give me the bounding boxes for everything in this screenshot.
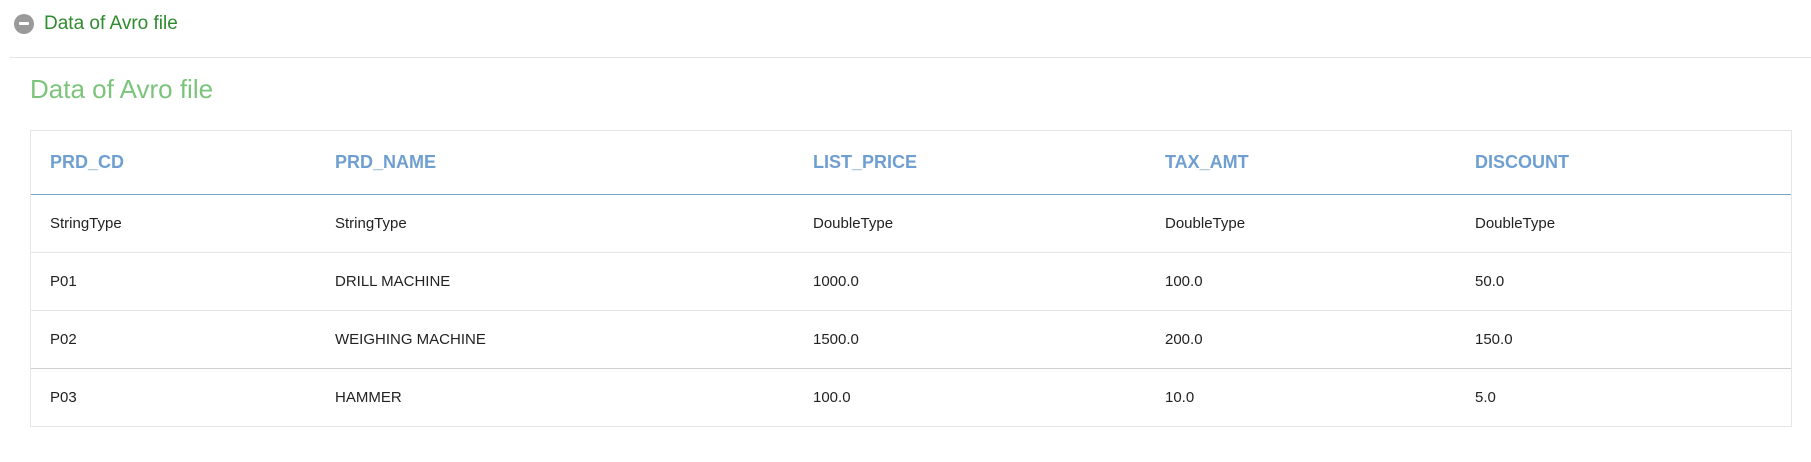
table-cell: WEIGHING MACHINE [316, 310, 794, 369]
collapse-toggle[interactable]: Data of Avro file [14, 13, 178, 35]
table-cell: DoubleType [1146, 194, 1456, 253]
table-cell: 50.0 [1456, 252, 1791, 311]
table-header-row: PRD_CD PRD_NAME LIST_PRICE TAX_AMT DISCO… [31, 131, 1791, 195]
table-cell: 1000.0 [794, 252, 1146, 311]
table-cell: P02 [31, 310, 316, 369]
column-header-prd-name: PRD_NAME [316, 131, 794, 195]
column-header-list-price: LIST_PRICE [794, 131, 1146, 195]
table-cell: 1500.0 [794, 310, 1146, 369]
table-cell: 100.0 [813, 389, 851, 406]
data-table: PRD_CD PRD_NAME LIST_PRICE TAX_AMT DISCO… [31, 131, 1791, 426]
column-header-tax-amt: TAX_AMT [1146, 131, 1456, 195]
page-title: Data of Avro file [30, 74, 214, 104]
table-cell: StringType [31, 194, 316, 253]
table-cell: 5.0 [1475, 389, 1496, 406]
data-table-container: PRD_CD PRD_NAME LIST_PRICE TAX_AMT DISCO… [30, 130, 1792, 427]
table-cell: DRILL MACHINE [316, 252, 794, 311]
table-cell: 200.0 [1146, 310, 1456, 369]
table-cell: 150.0 [1456, 310, 1791, 369]
table-cell: DoubleType [1456, 194, 1791, 253]
column-header-discount: DISCOUNT [1456, 131, 1791, 195]
table-cell: HAMMER [335, 389, 402, 406]
section-header-label[interactable]: Data of Avro file [44, 13, 178, 35]
table-cell: 10.0 [1165, 389, 1195, 406]
table-cell: P01 [31, 252, 316, 311]
section-header: Data of Avro file [10, 0, 1811, 58]
table-cell: DoubleType [794, 194, 1146, 253]
table-row: StringType StringType DoubleType DoubleT… [31, 194, 1791, 253]
table-row: P01 DRILL MACHINE 1000.0 100.0 50.0 [31, 252, 1791, 311]
table-cell: 100.0 [1146, 252, 1456, 311]
minus-circle-icon[interactable] [14, 13, 34, 34]
table-cell: StringType [316, 194, 794, 253]
table-row: P03 HAMMER 100.0 10.0 5.0 [31, 369, 1791, 427]
table-cell: P03 [50, 389, 77, 406]
table-row: P02 WEIGHING MACHINE 1500.0 200.0 150.0 [31, 310, 1791, 369]
column-header-prd-cd: PRD_CD [31, 131, 316, 195]
